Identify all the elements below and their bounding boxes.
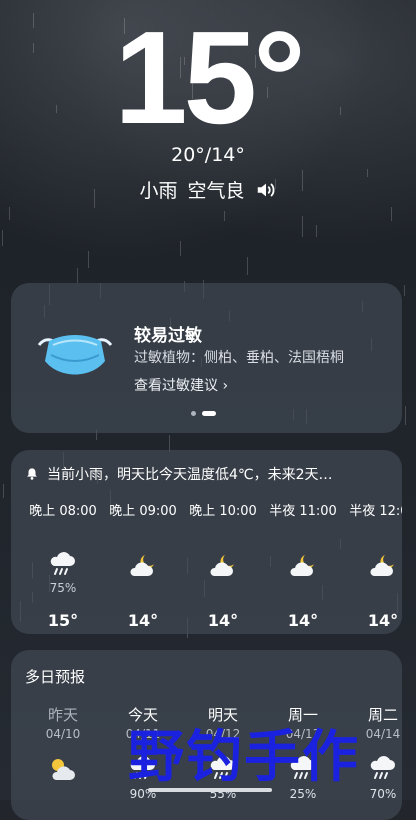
weather-notice[interactable]: 当前小雨，明天比今天温度低4℃，未来2天… <box>25 464 333 484</box>
home-indicator[interactable] <box>148 788 272 792</box>
allergy-advice-link[interactable]: 查看过敏建议 › <box>134 375 228 395</box>
hour-temp: 14° <box>367 611 399 630</box>
rain-streak <box>3 484 4 498</box>
rain-streak <box>316 225 317 237</box>
carousel-indicator <box>191 411 216 416</box>
precip-chance <box>343 581 402 595</box>
precip-chance: 75% <box>49 581 77 595</box>
day-label: 昨天 <box>47 706 78 724</box>
hour-time: 半夜 11:00 <box>269 504 337 519</box>
high-low-temperature: 20°/14° <box>171 144 245 166</box>
air-quality-text[interactable]: 空气良 <box>188 176 245 203</box>
carousel-dot <box>191 411 196 416</box>
notice-text: 当前小雨，明天比今天温度低4℃，未来2天… <box>47 467 333 483</box>
rain-streak <box>405 406 406 425</box>
rain-streak <box>391 207 392 221</box>
face-mask-icon <box>37 335 113 375</box>
bell-icon <box>27 468 37 480</box>
condition-text: 小雨 <box>139 180 178 202</box>
daily-item: 昨天 04/10 <box>23 704 103 801</box>
speaker-icon[interactable] <box>255 179 277 201</box>
watermark-text: 野钓手作 <box>128 724 360 790</box>
rain-streak <box>180 241 181 256</box>
hour-temp: 14° <box>127 611 159 630</box>
precip-chance <box>103 581 183 595</box>
hourly-item: 晚上 09:00 14° <box>103 500 183 630</box>
rain-streak <box>404 285 405 296</box>
carousel-dot-active <box>202 411 216 416</box>
cloud-sun-icon <box>23 751 103 787</box>
hourly-item: 半夜 11:00 14° <box>263 500 343 630</box>
hourly-item: 晚上 08:00 75% 15° <box>23 500 103 630</box>
rain-streak <box>2 230 3 246</box>
allergy-plants: 过敏植物：侧柏、垂柏、法国梧桐 <box>134 350 344 366</box>
hour-temp: 15° <box>47 611 79 630</box>
hour-temp: 14° <box>207 611 239 630</box>
hour-time: 晚上 10:00 <box>189 504 257 519</box>
rain-streak <box>77 268 78 283</box>
hourly-list[interactable]: 晚上 08:00 75% 15° 晚上 09:00 14° 晚上 10:00 14° 半夜 1… <box>23 500 402 630</box>
hourly-item: 半夜 12:00 14° <box>343 500 402 630</box>
day-date: 04/10 <box>45 727 81 741</box>
rain-streak <box>247 257 248 275</box>
hourly-item: 晚上 10:00 14° <box>183 500 263 630</box>
rain-streak <box>224 211 225 221</box>
hour-time: 晚上 08:00 <box>29 504 97 519</box>
allergy-title: 较易过敏 <box>134 326 202 346</box>
precip-chance <box>263 581 343 595</box>
allergy-card[interactable]: 较易过敏 过敏植物：侧柏、垂柏、法国梧桐 查看过敏建议 › <box>11 283 402 433</box>
rain-streak <box>9 207 10 220</box>
hourly-forecast-card[interactable]: 当前小雨，明天比今天温度低4℃，未来2天… 晚上 08:00 75% 15° 晚上 0… <box>11 450 402 634</box>
rain-streak <box>302 216 303 237</box>
current-temperature: 15° <box>114 4 306 151</box>
daily-forecast-title: 多日预报 <box>25 668 86 686</box>
hour-time: 晚上 09:00 <box>109 504 177 519</box>
condition-row: 小雨 空气良 <box>0 176 416 203</box>
precip-chance <box>183 581 263 595</box>
hour-time: 半夜 12:00 <box>349 504 402 519</box>
rain-streak <box>88 251 89 268</box>
hour-temp: 14° <box>287 611 319 630</box>
